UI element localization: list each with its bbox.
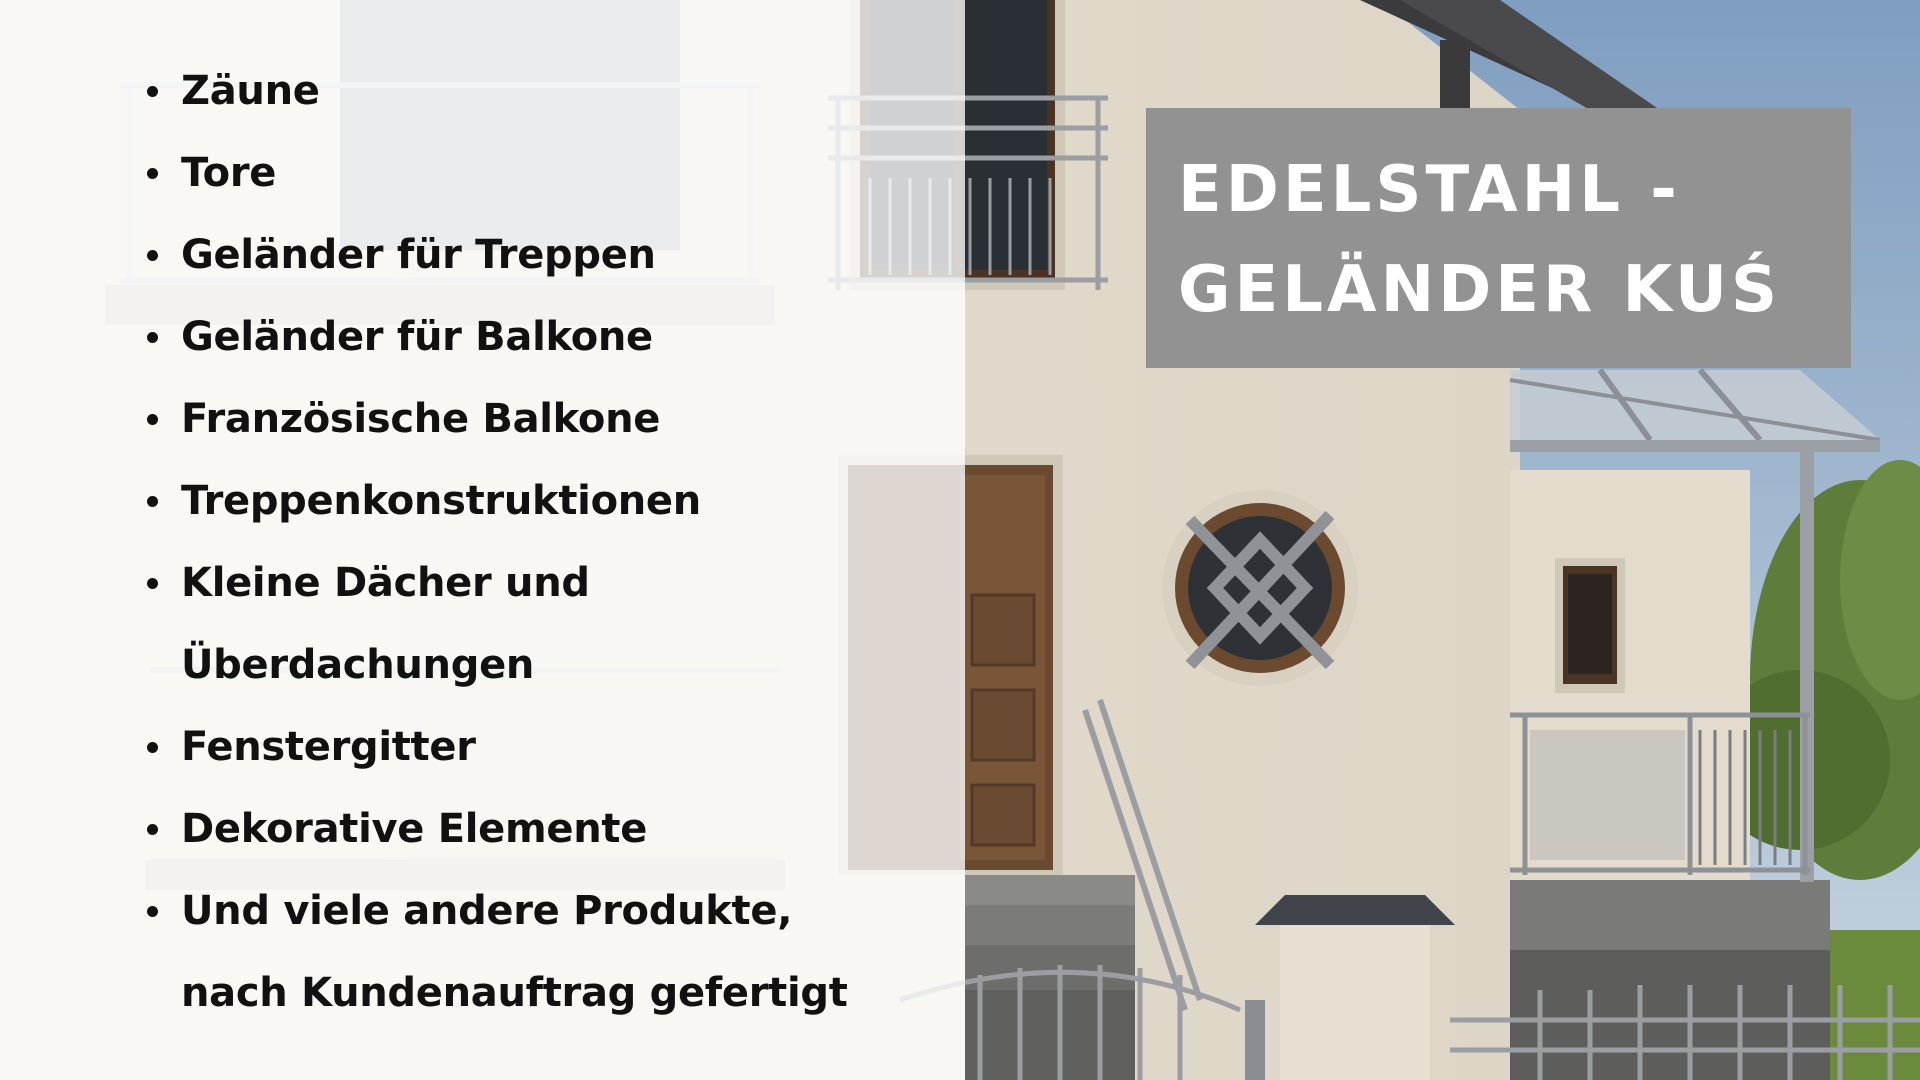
- list-item-text: Fenstergitter: [181, 724, 476, 770]
- title-line-1: EDELSTAHL -: [1178, 153, 1681, 227]
- list-item-text: Überdachungen: [181, 642, 535, 688]
- list-item: Französische Balkone: [142, 378, 942, 460]
- list-item: Tore: [142, 132, 942, 214]
- list-item-text: nach Kundenauftrag gefertigt: [181, 970, 848, 1016]
- page-title: EDELSTAHL - GELÄNDER KUŚ: [1178, 140, 1781, 340]
- list-item-text: Geländer für Treppen: [181, 232, 656, 278]
- slide: Zäune Tore Geländer für Treppen Geländer fü…: [0, 0, 1920, 1080]
- product-list: Zäune Tore Geländer für Treppen Geländer fü…: [142, 50, 942, 1034]
- list-item: Dekorative Elemente: [142, 788, 942, 870]
- list-item: Geländer für Treppen: [142, 214, 942, 296]
- list-item-text: Zäune: [181, 68, 320, 114]
- list-item-text: Dekorative Elemente: [181, 806, 648, 852]
- list-item-text: Geländer für Balkone: [181, 314, 653, 360]
- list-item-text: Und viele andere Produkte,: [181, 888, 793, 934]
- list-item: Fenstergitter: [142, 706, 942, 788]
- list-item: Geländer für Balkone: [142, 296, 942, 378]
- list-item: Und viele andere Produkte, nach Kundenauf…: [142, 870, 942, 1034]
- list-item-text: Französische Balkone: [181, 396, 661, 442]
- list-item-text: Treppenkonstruktionen: [181, 478, 701, 524]
- title-line-2: GELÄNDER KUŚ: [1178, 253, 1782, 327]
- list-item: Zäune: [142, 50, 942, 132]
- list-item-text: Tore: [181, 150, 277, 196]
- list-item: Treppenkonstruktionen: [142, 460, 942, 542]
- list-item-text: Kleine Dächer und: [181, 560, 590, 606]
- list-item: Kleine Dächer und Überdachungen: [142, 542, 942, 706]
